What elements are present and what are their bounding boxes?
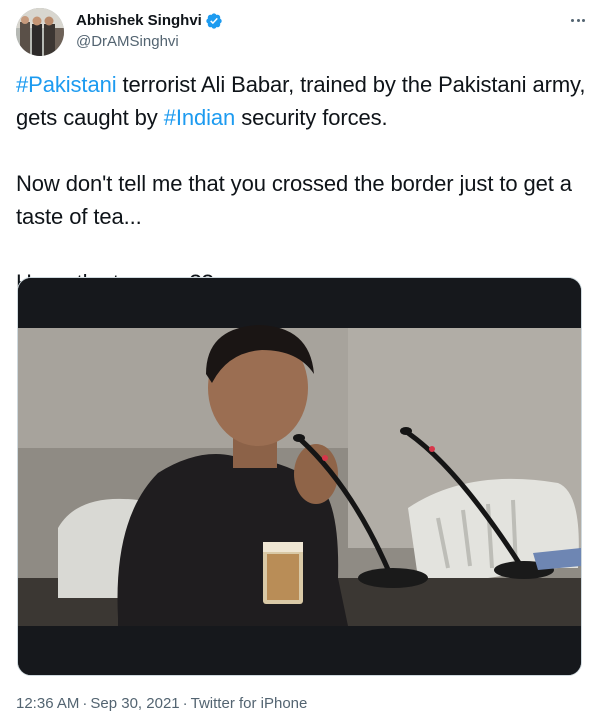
tweet-source[interactable]: Twitter for iPhone <box>191 695 308 712</box>
hashtag-indian[interactable]: #Indian <box>164 105 236 130</box>
tweet-video[interactable] <box>17 277 582 676</box>
avatar[interactable] <box>16 8 64 56</box>
tweet-text: #Pakistani terrorist Ali Babar, trained … <box>16 68 588 299</box>
tweet-paragraph-2: Now don't tell me that you crossed the b… <box>16 171 572 229</box>
meta-separator: · <box>82 695 88 712</box>
verified-badge-icon <box>205 12 223 30</box>
more-options-icon[interactable] <box>567 10 589 30</box>
tweet-time[interactable]: 12:36 AM <box>16 695 79 712</box>
meta-separator: · <box>182 695 188 712</box>
author-names: Abhishek Singhvi @DrAMSinghvi <box>76 11 223 52</box>
tweet: Abhishek Singhvi @DrAMSinghvi #Pakistani… <box>0 0 605 719</box>
author-display-name[interactable]: Abhishek Singhvi <box>76 11 202 31</box>
tweet-paragraph-1: #Pakistani terrorist Ali Babar, trained … <box>16 68 588 134</box>
tweet-date[interactable]: Sep 30, 2021 <box>90 695 179 712</box>
tweet-meta: 12:36 AM · Sep 30, 2021 · Twitter for iPhone <box>16 694 307 714</box>
tweet-text-segment: security forces. <box>235 105 388 130</box>
hashtag-pakistani[interactable]: #Pakistani <box>16 72 117 97</box>
tweet-header: Abhishek Singhvi @DrAMSinghvi <box>16 4 589 56</box>
author-handle[interactable]: @DrAMSinghvi <box>76 32 223 52</box>
